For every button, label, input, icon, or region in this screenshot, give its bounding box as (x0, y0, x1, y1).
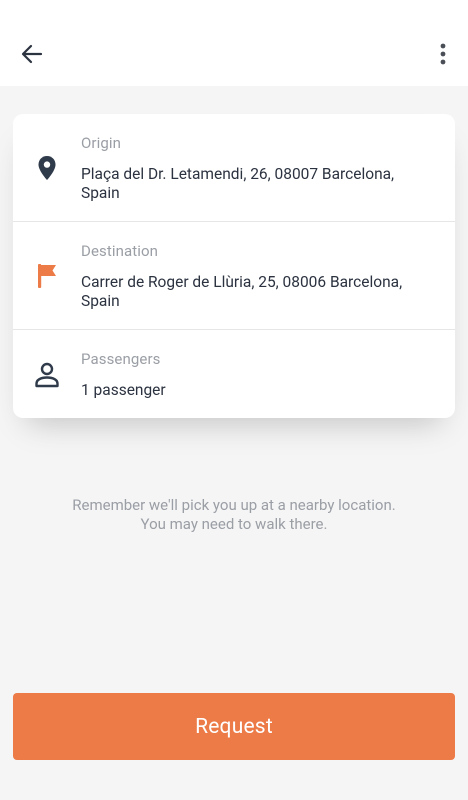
destination-label: Destination (81, 242, 159, 260)
origin-row[interactable]: Origin Plaça del Dr. Letamendi, 26, 0800… (13, 114, 455, 222)
more-vertical-icon (440, 43, 446, 65)
passengers-label: Passengers (81, 350, 161, 368)
back-button[interactable] (14, 36, 50, 72)
origin-address: Plaça del Dr. Letamendi, 26, 08007 Barce… (81, 165, 395, 202)
origin-label: Origin (81, 134, 122, 152)
request-button[interactable]: Request (13, 693, 455, 760)
passengers-count: 1 passenger (81, 381, 166, 399)
top-app-bar (0, 0, 468, 86)
passengers-row[interactable]: Passengers 1 passenger (13, 330, 455, 418)
pickup-note: Remember we'll pick you up at a nearby l… (72, 496, 396, 533)
destination-row[interactable]: Destination Carrer de Roger de Llùria, 2… (13, 222, 455, 330)
more-options-button[interactable] (428, 36, 458, 72)
arrow-left-icon (21, 44, 43, 64)
map-pin-icon (33, 154, 61, 182)
flag-icon (33, 262, 61, 290)
destination-address: Carrer de Roger de Llùria, 25, 08006 Bar… (81, 273, 403, 310)
person-icon (33, 361, 61, 389)
trip-details-card: Origin Plaça del Dr. Letamendi, 26, 0800… (13, 114, 455, 418)
